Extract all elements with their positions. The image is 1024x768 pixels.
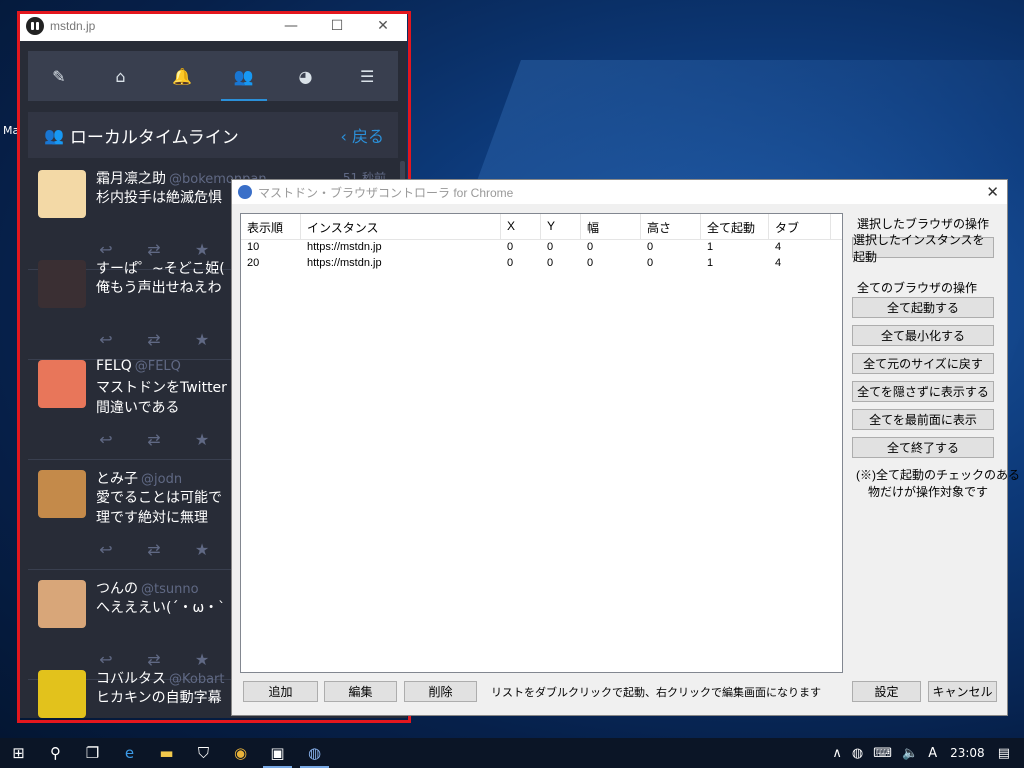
task-view-icon: ❐ — [85, 744, 100, 762]
list-cell: 0 — [647, 257, 654, 269]
list-cell: 0 — [587, 241, 594, 253]
controller-app-button[interactable]: ◍ — [296, 738, 333, 768]
add-button[interactable]: 追加 — [243, 681, 318, 702]
clock[interactable]: 23:08 — [950, 746, 985, 760]
list-header: 表示順 インスタンス X Y 幅 高さ 全て起動 タブ — [241, 214, 842, 240]
column-header[interactable]: 高さ — [641, 214, 701, 239]
start-button[interactable]: ⊞ — [0, 738, 37, 768]
quit-all-button[interactable]: 全て終了する — [852, 437, 994, 458]
edge-button[interactable]: e — [111, 738, 148, 768]
taskbar: ⊞ ⚲ ❐ e ▬ ⛉ ◉ ▣ ◍ ∧ ◍ ⌨ 🔈 A 23:08 ▤ — [0, 738, 1024, 768]
column-header[interactable]: 表示順 — [241, 214, 301, 239]
list-cell: 0 — [547, 257, 554, 269]
action-center-icon[interactable]: ▤ — [998, 746, 1010, 761]
controller-window: マストドン・ブラウザコントローラ for Chrome ✕ 表示順 インスタンス… — [231, 179, 1020, 716]
list-cell: 0 — [587, 257, 594, 269]
instance-list[interactable]: 表示順 インスタンス X Y 幅 高さ 全て起動 タブ 10 https://m… — [240, 213, 843, 673]
list-cell: 10 — [247, 241, 260, 253]
photos-button[interactable]: ▣ — [259, 738, 296, 768]
system-tray: ∧ ◍ ⌨ 🔈 A 23:08 ▤ — [827, 738, 1024, 768]
ime-indicator[interactable]: A — [928, 746, 937, 761]
windows-start-icon: ⊞ — [12, 744, 25, 762]
controller-app-icon — [238, 185, 252, 199]
store-icon: ⛉ — [197, 744, 210, 762]
list-cell: 1 — [707, 257, 714, 269]
minimize-all-button[interactable]: 全て最小化する — [852, 325, 994, 346]
chevron-up-icon[interactable]: ∧ — [832, 746, 842, 761]
chrome-icon: ◉ — [233, 744, 248, 762]
cancel-button[interactable]: キャンセル — [928, 681, 997, 702]
file-explorer-button[interactable]: ▬ — [148, 738, 185, 768]
list-usage-hint: リストをダブルクリックで起動、右クリックで編集画面になります — [491, 687, 821, 699]
file-explorer-icon: ▬ — [159, 744, 174, 762]
settings-button[interactable]: 設定 — [852, 681, 921, 702]
controller-window-title: マストドン・ブラウザコントローラ for Chrome — [258, 185, 514, 200]
show-all-button[interactable]: 全てを隠さずに表示する — [852, 381, 994, 402]
search-button[interactable]: ⚲ — [37, 738, 74, 768]
volume-icon[interactable]: 🔈 — [902, 746, 918, 761]
list-item[interactable]: 20 https://mstdn.jp 0 0 0 0 1 4 — [241, 256, 842, 272]
list-cell: 0 — [647, 241, 654, 253]
edit-button[interactable]: 編集 — [324, 681, 397, 702]
list-cell: https://mstdn.jp — [307, 257, 382, 269]
task-view-button[interactable]: ❐ — [74, 738, 111, 768]
all-section-label: 全てのブラウザの操作 — [857, 281, 978, 295]
list-cell: 0 — [547, 241, 554, 253]
launch-selected-button[interactable]: 選択したインスタンスを起動 — [852, 233, 994, 264]
tray-app-icon[interactable]: ◍ — [852, 746, 863, 761]
column-header[interactable]: タブ — [769, 214, 831, 239]
delete-button[interactable]: 削除 — [404, 681, 477, 702]
column-header[interactable]: インスタンス — [301, 214, 501, 239]
operation-note: (※)全て起動のチェックのある 物だけが操作対象です — [856, 468, 1020, 499]
column-header[interactable]: 幅 — [581, 214, 641, 239]
search-icon: ⚲ — [50, 744, 61, 762]
column-header[interactable]: X — [501, 214, 541, 239]
column-header[interactable]: 全て起動 — [701, 214, 769, 239]
list-cell: 0 — [507, 257, 514, 269]
close-button[interactable]: ✕ — [986, 183, 999, 201]
list-cell: https://mstdn.jp — [307, 241, 382, 253]
list-cell: 1 — [707, 241, 714, 253]
launch-all-button[interactable]: 全て起動する — [852, 297, 994, 318]
controller-titlebar[interactable]: マストドン・ブラウザコントローラ for Chrome ✕ — [232, 180, 1007, 204]
list-item[interactable]: 10 https://mstdn.jp 0 0 0 0 1 4 — [241, 240, 842, 256]
list-cell: 0 — [507, 241, 514, 253]
list-cell: 4 — [775, 241, 782, 253]
controller-app-icon: ◍ — [307, 744, 322, 762]
list-cell: 4 — [775, 257, 782, 269]
restore-all-button[interactable]: 全て元のサイズに戻す — [852, 353, 994, 374]
bring-all-front-button[interactable]: 全てを最前面に表示 — [852, 409, 994, 430]
chrome-button[interactable]: ◉ — [222, 738, 259, 768]
store-button[interactable]: ⛉ — [185, 738, 222, 768]
network-icon[interactable]: ⌨ — [873, 746, 892, 761]
photos-icon: ▣ — [270, 744, 285, 762]
selected-section-label: 選択したブラウザの操作 — [857, 217, 990, 231]
column-header[interactable]: Y — [541, 214, 581, 239]
edge-icon: e — [124, 744, 135, 762]
list-cell: 20 — [247, 257, 260, 269]
